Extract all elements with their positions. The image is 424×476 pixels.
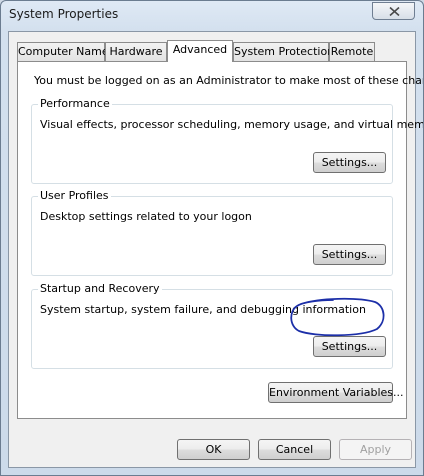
environment-variables-button[interactable]: Environment Variables...: [268, 382, 404, 403]
dialog-client-area: Computer Name Hardware Advanced System P…: [8, 31, 423, 468]
close-button[interactable]: [372, 2, 415, 20]
tab-computer-name[interactable]: Computer Name: [17, 42, 109, 61]
advanced-tab-panel: You must be logged on as an Administrato…: [17, 61, 423, 419]
user-profiles-description: Desktop settings related to your logon: [40, 210, 252, 223]
performance-group: Performance Visual effects, processor sc…: [31, 97, 423, 184]
tab-system-protection[interactable]: System Protection: [233, 42, 334, 61]
performance-group-title: Performance: [38, 97, 112, 110]
window-title: System Properties: [9, 7, 119, 21]
tab-hardware[interactable]: Hardware: [105, 42, 167, 61]
user-profiles-group: User Profiles Desktop settings related t…: [31, 189, 393, 276]
tab-remote[interactable]: Remote: [329, 42, 375, 61]
startup-recovery-group: Startup and Recovery System startup, sys…: [31, 282, 393, 369]
startup-recovery-group-title: Startup and Recovery: [38, 282, 162, 295]
ok-button[interactable]: OK: [177, 439, 250, 460]
startup-recovery-description: System startup, system failure, and debu…: [40, 303, 366, 316]
startup-recovery-settings-button[interactable]: Settings...: [313, 336, 386, 357]
system-properties-window: System Properties Computer Name Hardware…: [0, 0, 424, 476]
close-icon: [389, 7, 400, 16]
title-bar[interactable]: System Properties: [1, 1, 423, 31]
user-profiles-settings-button[interactable]: Settings...: [313, 244, 386, 265]
tab-advanced[interactable]: Advanced: [167, 40, 233, 62]
user-profiles-group-title: User Profiles: [38, 189, 111, 202]
admin-notice: You must be logged on as an Administrato…: [34, 74, 424, 87]
performance-settings-button[interactable]: Settings...: [313, 152, 386, 173]
cancel-button[interactable]: Cancel: [258, 439, 331, 460]
performance-description: Visual effects, processor scheduling, me…: [40, 118, 424, 131]
apply-button[interactable]: Apply: [339, 439, 412, 460]
